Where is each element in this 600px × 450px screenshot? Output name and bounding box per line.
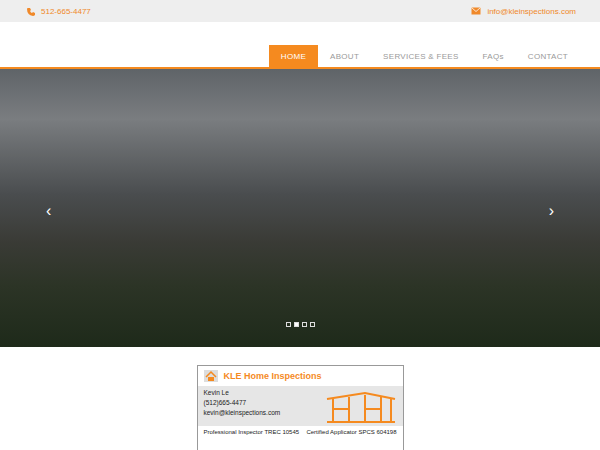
- email-contact[interactable]: info@kleinspections.com: [471, 7, 576, 16]
- card-license: Professional Inspector TREC 10545: [204, 429, 300, 435]
- card-header: KLE Home Inspections: [198, 366, 403, 386]
- slide-dot[interactable]: [302, 322, 307, 327]
- card-details: Kevin Le (512)665-4477 kevin@kleinspection…: [204, 389, 281, 423]
- next-arrow[interactable]: ›: [549, 203, 554, 219]
- nav-item[interactable]: FAQs: [471, 45, 516, 67]
- phone-number[interactable]: 512-665-4477: [41, 7, 91, 16]
- business-card: KLE Home Inspections Kevin Le (512)665-447…: [197, 365, 404, 450]
- card-title: KLE Home Inspections: [224, 371, 322, 381]
- house-drawing-icon: [325, 389, 397, 423]
- nav-item[interactable]: HOME: [269, 45, 318, 67]
- card-email: kevin@kleinspections.com: [204, 409, 281, 416]
- nav-item[interactable]: CONTACT: [516, 45, 580, 67]
- phone-contact[interactable]: 512-665-4477: [26, 7, 91, 16]
- hero-slider: ‹›: [0, 69, 600, 347]
- email-address[interactable]: info@kleinspections.com: [487, 7, 576, 16]
- slide-dot[interactable]: [286, 322, 291, 327]
- nav-item[interactable]: SERVICES & FEES: [371, 45, 471, 67]
- slide-dot[interactable]: [310, 322, 315, 327]
- prev-arrow[interactable]: ‹: [46, 203, 51, 219]
- phone-icon: [26, 7, 35, 16]
- card-phone: (512)665-4477: [204, 399, 281, 406]
- envelope-icon: [471, 7, 481, 15]
- card-name: Kevin Le: [204, 389, 281, 396]
- nav-item[interactable]: ABOUT: [318, 45, 371, 67]
- slide-dot[interactable]: [294, 322, 299, 327]
- header: HOMEABOUTSERVICES & FEESFAQsCONTACT: [0, 22, 600, 69]
- card-body: Kevin Le (512)665-4477 kevin@kleinspection…: [198, 386, 403, 426]
- slide-indicators: [0, 322, 600, 327]
- card-certification: Certified Applicator SPCS 604198: [306, 429, 396, 435]
- house-icon: [204, 370, 218, 382]
- card-footer: Professional Inspector TREC 10545 Certifi…: [198, 426, 403, 438]
- content: KLE Home Inspections Kevin Le (512)665-447…: [0, 347, 600, 450]
- top-bar: 512-665-4477 info@kleinspections.com: [0, 0, 600, 22]
- main-nav: HOMEABOUTSERVICES & FEESFAQsCONTACT: [269, 45, 580, 67]
